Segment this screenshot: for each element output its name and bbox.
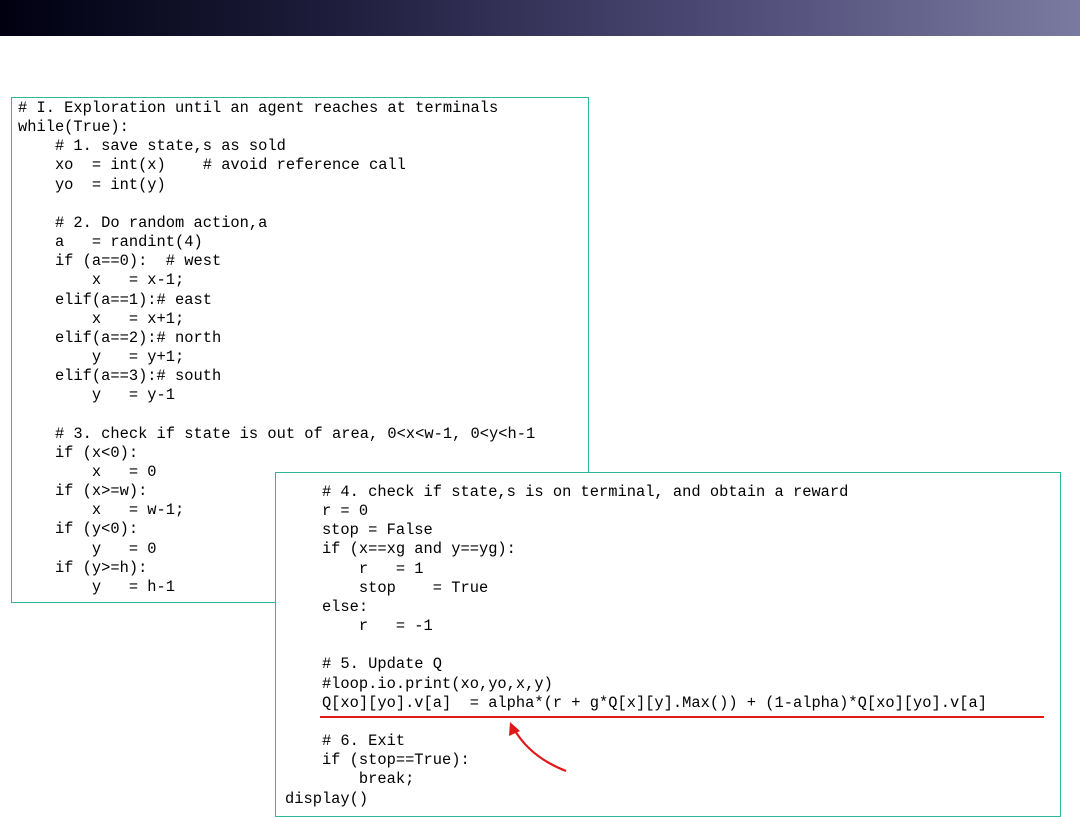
code-block-update-q: # 4. check if state,s is on terminal, an… xyxy=(275,472,1061,817)
annotation-arrow-icon xyxy=(509,722,567,773)
highlight-underline xyxy=(320,716,1044,718)
header-bar xyxy=(0,0,1080,36)
code-text-update-q: # 4. check if state,s is on terminal, an… xyxy=(285,483,987,808)
